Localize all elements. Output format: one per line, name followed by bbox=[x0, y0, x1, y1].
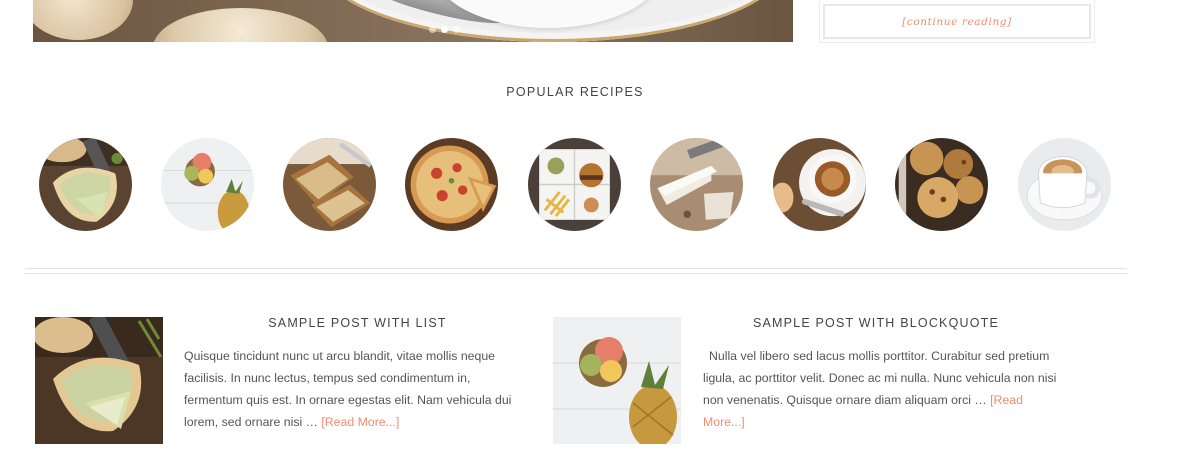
onion-image-left bbox=[33, 0, 133, 40]
post-image-quiche[interactable] bbox=[35, 317, 163, 444]
post-excerpt-list: Quisque tincidunt nunc ut arcu blandit, … bbox=[184, 345, 524, 433]
onion-image-center bbox=[153, 8, 328, 42]
bread-thumbnail bbox=[283, 138, 376, 231]
recipe-thumb-cheesecake[interactable] bbox=[650, 138, 743, 231]
read-more-link[interactable]: [Read More...] bbox=[321, 415, 399, 429]
post-image-fruit[interactable] bbox=[553, 317, 681, 444]
post-excerpt-blockquote: Nulla vel libero sed lacus mollis portti… bbox=[703, 345, 1058, 433]
quiche-thumbnail bbox=[39, 138, 132, 231]
recipe-thumb-onion-soup[interactable] bbox=[773, 138, 866, 231]
post-title-blockquote[interactable]: SAMPLE POST WITH BLOCKQUOTE bbox=[740, 316, 1012, 330]
slider-dot-1[interactable] bbox=[429, 26, 436, 33]
popular-recipes-heading: POPULAR RECIPES bbox=[506, 85, 644, 99]
recipe-thumb-coffee[interactable] bbox=[1018, 138, 1111, 231]
fruit-pineapple-thumbnail bbox=[161, 138, 254, 231]
section-divider-top bbox=[25, 268, 1127, 269]
featured-slider[interactable] bbox=[33, 0, 793, 42]
recipe-thumb-burger[interactable] bbox=[528, 138, 621, 231]
post-title-list[interactable]: SAMPLE POST WITH LIST bbox=[250, 316, 465, 330]
recipe-thumb-muffins[interactable] bbox=[895, 138, 988, 231]
coffee-cup-thumbnail bbox=[1018, 138, 1111, 231]
muffins-thumbnail bbox=[895, 138, 988, 231]
fruit-pineapple-image bbox=[553, 317, 681, 444]
slider-dot-2[interactable] bbox=[441, 26, 448, 33]
section-divider-bottom bbox=[25, 273, 1127, 274]
onion-soup-thumbnail bbox=[773, 138, 866, 231]
slider-pagination bbox=[429, 26, 460, 33]
pizza-thumbnail bbox=[405, 138, 498, 231]
recipe-thumb-fruit[interactable] bbox=[161, 138, 254, 231]
slider-dot-3[interactable] bbox=[453, 26, 460, 33]
cheesecake-thumbnail bbox=[650, 138, 743, 231]
recipe-thumb-pizza[interactable] bbox=[405, 138, 498, 231]
sidebar-widget: [continue reading] bbox=[819, 0, 1095, 43]
recipe-thumb-bread[interactable] bbox=[283, 138, 376, 231]
quiche-image bbox=[35, 317, 163, 444]
continue-reading-button[interactable]: [continue reading] bbox=[823, 4, 1091, 39]
recipe-thumb-quiche[interactable] bbox=[39, 138, 132, 231]
burger-fries-thumbnail bbox=[528, 138, 621, 231]
